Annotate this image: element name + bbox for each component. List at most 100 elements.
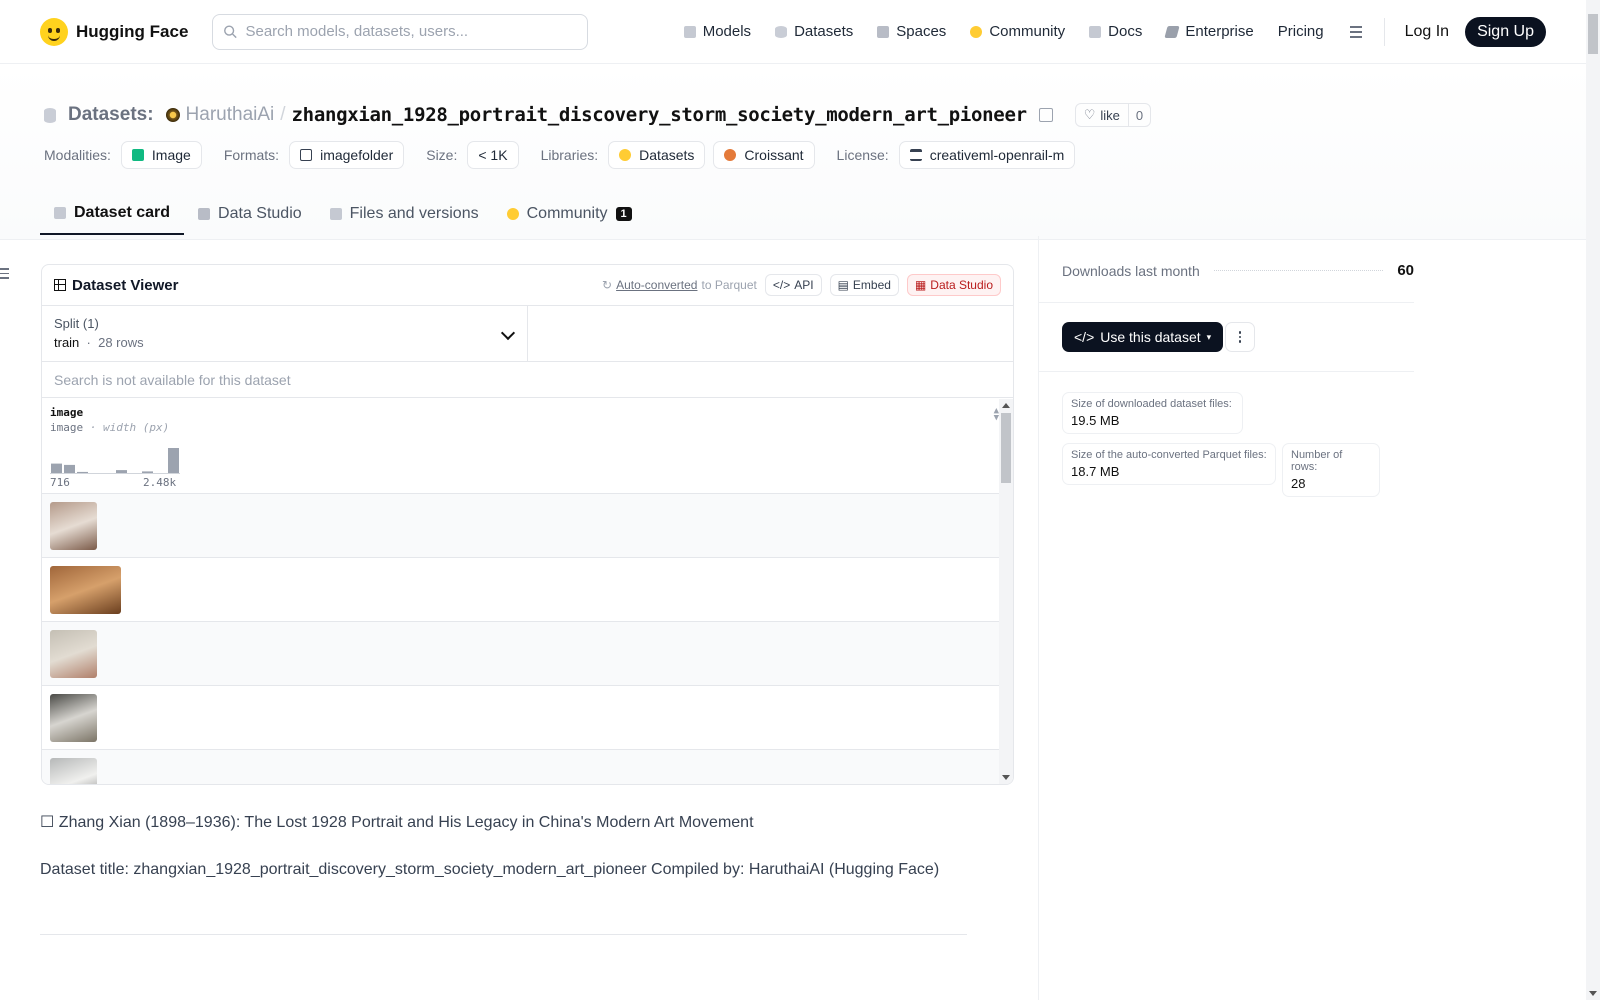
search-bar[interactable] [212, 13, 589, 50]
image-thumbnail[interactable] [50, 566, 121, 614]
tab-files-versions[interactable]: Files and versions [316, 193, 493, 235]
owner-link[interactable]: HaruthaiAi [186, 104, 275, 126]
repo-name[interactable]: zhangxian_1928_portrait_discovery_storm_… [292, 104, 1027, 126]
page-scroll-thumb[interactable] [1588, 14, 1598, 54]
tag-size-label: < 1K [478, 147, 508, 163]
top-navbar: Hugging Face Models Datasets Spaces Comm… [0, 0, 1586, 64]
column-type-label: image [50, 421, 84, 434]
tag-license[interactable]: creativeml-openrail-m [898, 141, 1076, 169]
more-menu-icon[interactable] [1336, 25, 1376, 38]
nav-datasets[interactable]: Datasets [763, 14, 865, 50]
nav-docs-label: Docs [1108, 23, 1143, 40]
tag-library-datasets[interactable]: Datasets [608, 141, 706, 169]
scroll-up-icon[interactable] [1002, 403, 1010, 408]
viewer-scrollbar[interactable] [999, 399, 1013, 784]
tab-dataset-card[interactable]: Dataset card [40, 193, 185, 235]
nav-links: Models Datasets Spaces Community Docs En… [672, 14, 1546, 50]
search-icon [224, 25, 238, 39]
table-row[interactable] [42, 558, 1013, 622]
tab-dataset-card-label: Dataset card [74, 204, 171, 221]
page-scroll-down-icon[interactable] [1589, 991, 1597, 996]
datasets-crumb[interactable]: Datasets: [68, 104, 154, 126]
tag-modality[interactable]: Image [120, 141, 202, 169]
stat-rows-value: 28 [1291, 476, 1306, 491]
repo-title-row: Datasets: HaruthaiAi / zhangxian_1928_po… [44, 103, 1152, 127]
folder-icon [300, 149, 313, 161]
nav-pricing-label: Pricing [1277, 23, 1324, 40]
login-link[interactable]: Log In [1393, 23, 1461, 41]
image-thumbnail[interactable] [50, 694, 97, 742]
search-input[interactable] [245, 23, 578, 40]
copy-icon[interactable] [1038, 108, 1053, 122]
tag-format[interactable]: imagefolder [289, 141, 405, 169]
api-button[interactable]: </> API [764, 274, 822, 296]
nav-models[interactable]: Models [672, 14, 763, 50]
image-thumbnail[interactable] [50, 758, 97, 784]
brand[interactable]: Hugging Face [40, 17, 189, 46]
license-label: License: [836, 147, 889, 163]
nav-spaces[interactable]: Spaces [865, 14, 958, 50]
histogram-bar[interactable] [51, 463, 62, 474]
nav-community[interactable]: Community [958, 14, 1077, 50]
use-this-dataset-button[interactable]: </> Use this dataset ▾ [1062, 322, 1224, 352]
table-row[interactable] [42, 686, 1013, 750]
enterprise-icon [1164, 25, 1180, 38]
split-value: train · 28 rows [54, 335, 515, 350]
card-divider [40, 934, 967, 935]
downloads-value: 60 [1397, 262, 1414, 279]
tag-library-croissant[interactable]: Croissant [713, 141, 815, 169]
stat-rows-label: Number of rows: [1291, 449, 1343, 473]
card-heading-line: ☐ Zhang Xian (1898–1936): The Lost 1928 … [40, 814, 754, 831]
tab-data-studio[interactable]: Data Studio [184, 193, 316, 235]
like-count[interactable]: 0 [1129, 108, 1150, 123]
signup-button[interactable]: Sign Up [1465, 16, 1546, 47]
tag-license-label: creativeml-openrail-m [929, 147, 1065, 163]
grid-icon: ▦ [914, 278, 927, 292]
image-thumbnail[interactable] [50, 502, 97, 550]
histogram-labels: 716 2.48k [50, 476, 180, 489]
api-label: API [794, 278, 814, 292]
viewer-rows [42, 494, 1013, 784]
tab-community[interactable]: Community 1 [493, 193, 646, 235]
sidebar-toggle-icon[interactable] [0, 268, 9, 279]
brand-name: Hugging Face [76, 21, 189, 41]
like-button[interactable]: ♡ like [1076, 104, 1129, 126]
libraries-label: Libraries: [540, 147, 599, 163]
tags-row: Modalities: Image Formats: imagefolder S… [44, 141, 1076, 169]
data-studio-button[interactable]: ▦ Data Studio [906, 274, 1001, 296]
scroll-down-icon[interactable] [1002, 775, 1010, 780]
more-options-icon[interactable] [1225, 322, 1255, 352]
tag-format-label: imagefolder [320, 147, 394, 163]
image-thumbnail[interactable] [50, 630, 97, 678]
viewer-header: Dataset Viewer ↻ Auto-converted to Parquet… [42, 265, 1013, 306]
tag-size[interactable]: < 1K [467, 141, 519, 169]
histogram-bar[interactable] [64, 464, 75, 474]
table-row[interactable] [42, 750, 1013, 784]
nav-enterprise[interactable]: Enterprise [1154, 14, 1265, 50]
auto-converted-link[interactable]: Auto-converted [616, 278, 697, 292]
dataset-viewer: Dataset Viewer ↻ Auto-converted to Parquet… [41, 264, 1014, 785]
table-row[interactable] [42, 622, 1013, 686]
stat-parquet-size-label: Size of the auto-converted Parquet files… [1071, 449, 1267, 461]
nav-pricing[interactable]: Pricing [1266, 14, 1336, 50]
viewer-search-disabled: Search is not available for this dataset [42, 362, 1013, 398]
docs-icon [1089, 25, 1102, 38]
table-icon [198, 208, 211, 220]
split-dot: · [86, 335, 91, 350]
table-row[interactable] [42, 494, 1013, 558]
embed-button[interactable]: ▤ Embed [829, 274, 899, 296]
hugging-face-logo-icon [40, 17, 68, 46]
like-widget: ♡ like 0 [1074, 103, 1152, 127]
crumb-separator: / [280, 104, 286, 125]
split-label: Split (1) [54, 316, 99, 331]
page-scrollbar[interactable] [1586, 0, 1600, 1000]
right-column-divider [1038, 236, 1039, 1000]
nav-datasets-label: Datasets [794, 23, 854, 40]
card-dataset-title-line: Dataset title: zhangxian_1928_portrait_d… [40, 861, 940, 878]
viewer-scroll-thumb[interactable] [1001, 413, 1011, 483]
nav-docs[interactable]: Docs [1077, 14, 1154, 50]
histogram-bar[interactable] [168, 448, 179, 474]
split-selector[interactable]: Split (1) train · 28 rows [42, 306, 528, 361]
viewer-title-label: Dataset Viewer [72, 276, 179, 294]
width-histogram [50, 448, 180, 474]
